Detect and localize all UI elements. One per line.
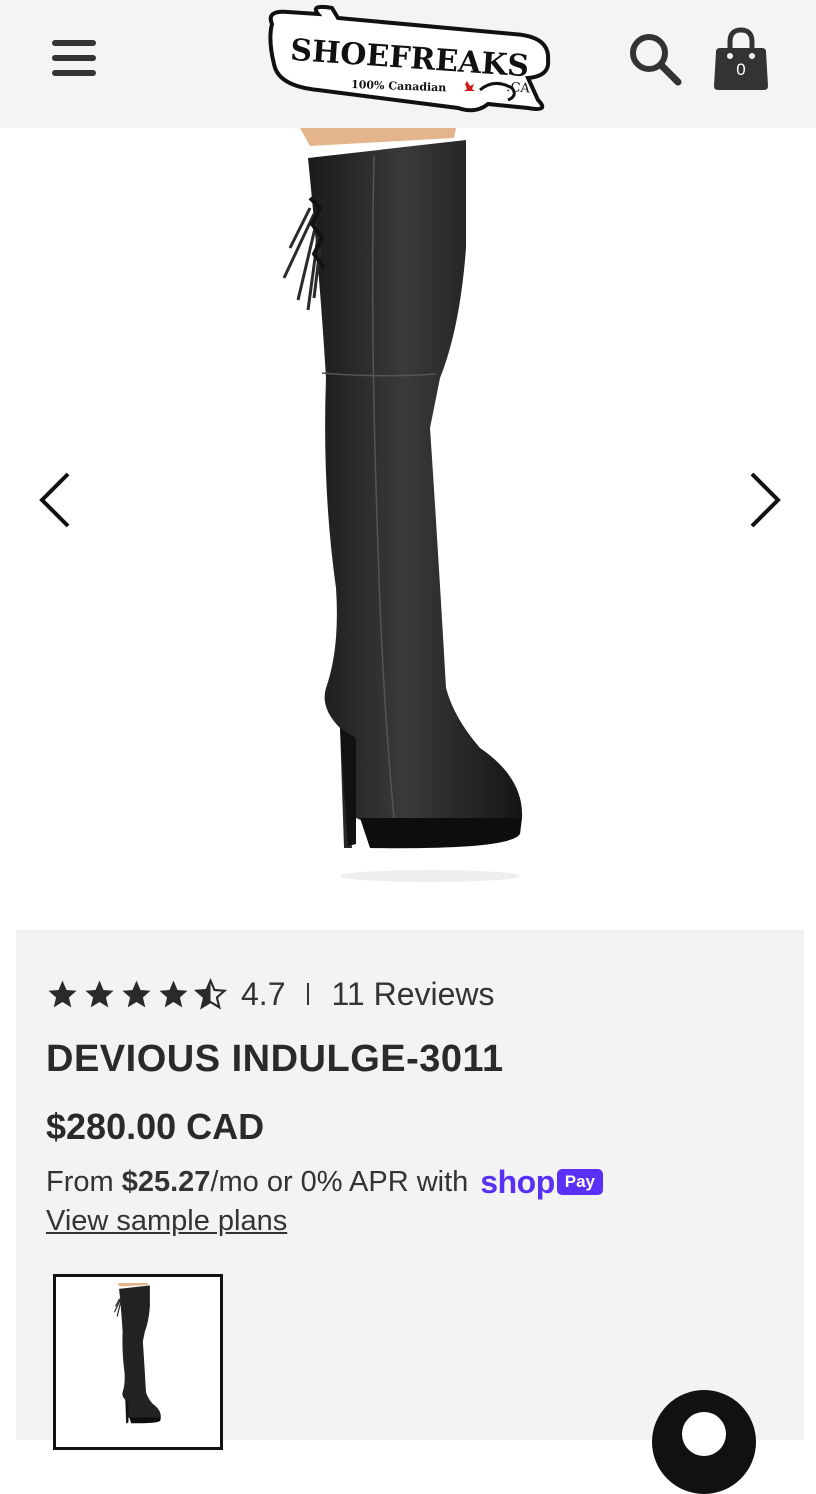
product-info-panel: 4.7 11 Reviews DEVIOUS INDULGE-3011 $280… bbox=[16, 930, 804, 1494]
search-icon[interactable] bbox=[626, 30, 684, 88]
star-full-icon bbox=[48, 980, 77, 1008]
cart-button[interactable]: 0 bbox=[712, 26, 770, 94]
chevron-right-icon[interactable] bbox=[744, 468, 784, 532]
rating-separator bbox=[307, 983, 310, 1005]
shop-pay-installments: From $25.27 /mo or 0% APR with shop Pay bbox=[46, 1162, 603, 1202]
rating-value: 4.7 bbox=[241, 975, 286, 1012]
star-half-icon bbox=[194, 978, 227, 1010]
hamburger-bar bbox=[52, 55, 96, 61]
cart-count: 0 bbox=[736, 60, 746, 79]
product-title: DEVIOUS INDULGE-3011 bbox=[46, 1038, 504, 1080]
rating-row: 4.7 11 Reviews bbox=[46, 974, 495, 1014]
shoefreaks-logo[interactable]: SHOEFREAKS .CA 100% Canadian bbox=[258, 4, 558, 116]
shop-pay-badge: Pay bbox=[556, 1169, 603, 1195]
installments-suffix: /mo or 0% APR with bbox=[210, 1165, 469, 1198]
star-rating[interactable] bbox=[46, 978, 227, 1010]
chevron-left-icon[interactable] bbox=[36, 468, 76, 532]
star-full-icon bbox=[122, 980, 151, 1008]
product-thumbnail[interactable] bbox=[53, 1274, 223, 1450]
hamburger-bar bbox=[52, 40, 96, 46]
reviews-link[interactable]: 11 Reviews bbox=[331, 976, 494, 1013]
chat-button[interactable] bbox=[652, 1390, 756, 1494]
product-image-gallery bbox=[0, 128, 816, 928]
hamburger-menu-button[interactable] bbox=[50, 38, 98, 78]
star-full-icon bbox=[85, 980, 114, 1008]
view-sample-plans-link[interactable]: View sample plans bbox=[46, 1205, 287, 1238]
star-full-icon bbox=[159, 980, 188, 1008]
site-header: SHOEFREAKS .CA 100% Canadian 0 bbox=[0, 0, 816, 128]
logo-suffix: .CA bbox=[506, 80, 531, 97]
thumbnail-image bbox=[113, 1283, 161, 1424]
installments-amount: $25.27 bbox=[121, 1165, 211, 1198]
product-price: $280.00 CAD bbox=[46, 1106, 265, 1147]
product-image[interactable] bbox=[270, 128, 540, 898]
hamburger-bar bbox=[52, 70, 96, 76]
shop-pay-logo: shop bbox=[480, 1163, 555, 1200]
installments-prefix: From bbox=[46, 1165, 122, 1198]
